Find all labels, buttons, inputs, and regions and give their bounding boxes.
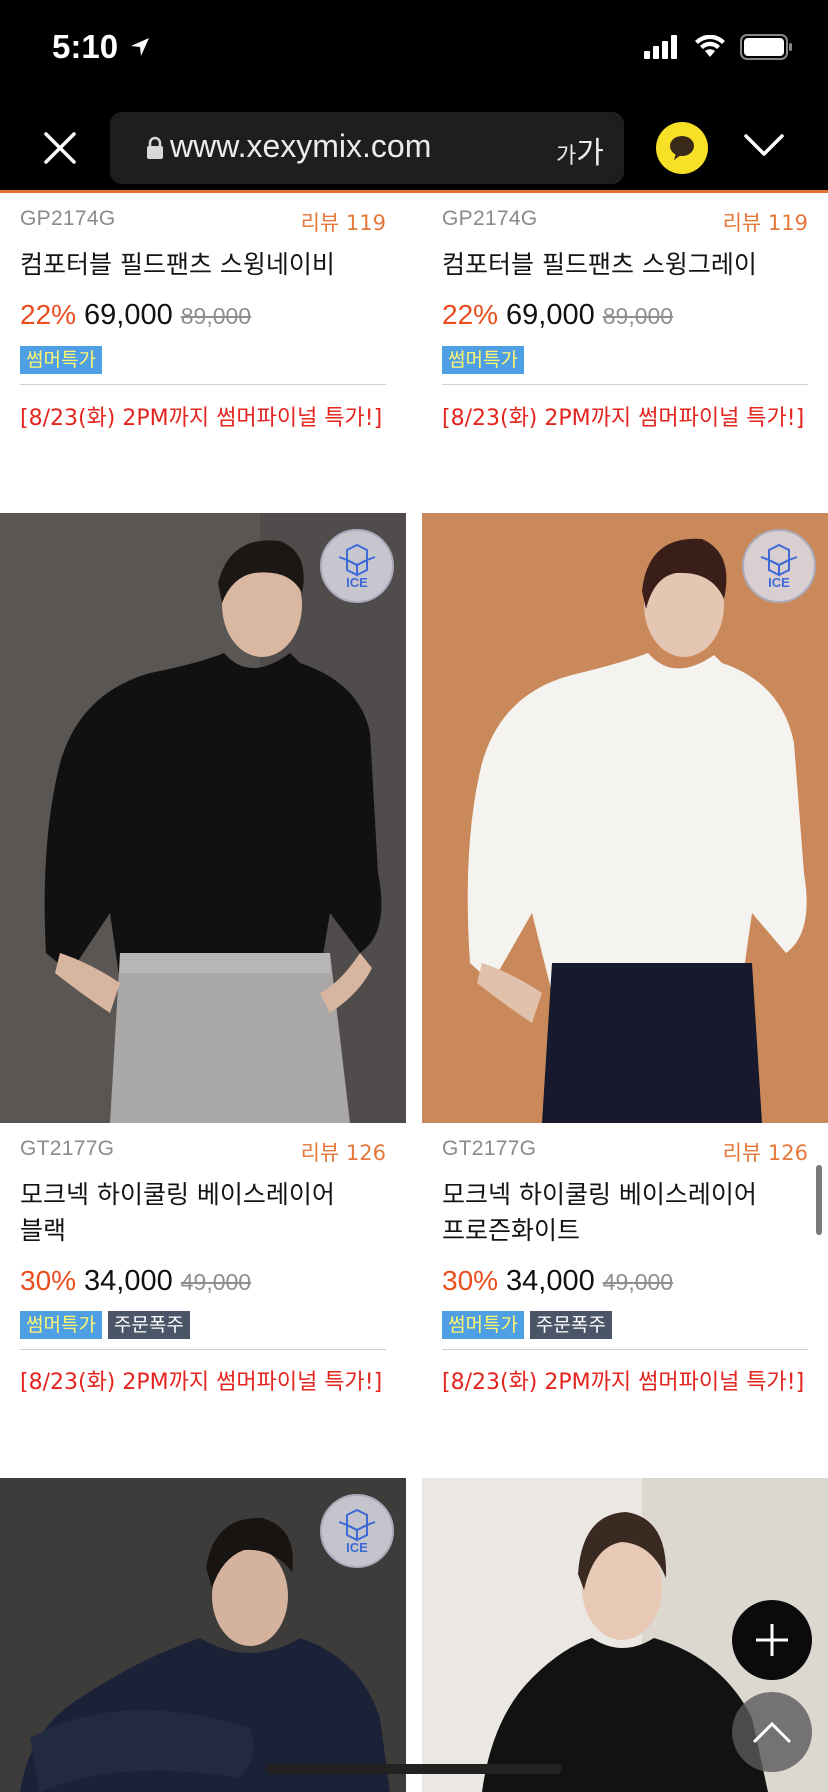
original-price: 49,000 — [602, 1269, 674, 1295]
chevron-up-icon — [752, 1721, 792, 1744]
price-row: 22% 69,000 89,000 — [20, 299, 251, 332]
summer-sale-badge: 썸머특가 — [20, 1311, 102, 1339]
clock: 5:10 — [52, 28, 119, 65]
sale-price: 34,000 — [84, 1265, 173, 1297]
scroll-top-button[interactable] — [732, 1692, 812, 1772]
badge-list: 썸머특가 — [20, 346, 102, 374]
sale-price: 34,000 — [506, 1265, 595, 1297]
chevron-down-icon[interactable] — [742, 130, 786, 160]
location-arrow-icon — [131, 38, 150, 56]
close-icon[interactable] — [40, 128, 80, 168]
product-card[interactable]: GT2177G 리뷰 126 모크넥 하이쿨링 베이스레이어 블랙 30% 34… — [0, 1123, 406, 1443]
price-row: 30% 34,000 49,000 — [20, 1265, 251, 1298]
model-photo-white — [422, 513, 828, 1123]
ice-badge: ICE — [742, 529, 816, 603]
battery-icon — [740, 34, 792, 60]
ice-label: ICE — [346, 1539, 368, 1555]
badge-list: 썸머특가 주문폭주 — [20, 1311, 190, 1339]
divider — [20, 1349, 386, 1350]
status-time: 5:10 — [52, 28, 152, 66]
badge-list: 썸머특가 — [442, 346, 524, 374]
product-card[interactable]: GP2174G 리뷰 119 컴포터블 필드팬츠 스윙네이비 22% 69,00… — [0, 193, 406, 493]
home-indicator[interactable] — [266, 1764, 562, 1774]
status-bar: 5:10 — [0, 0, 828, 100]
product-image[interactable]: ICE — [0, 513, 406, 1123]
product-card[interactable]: GP2174G 리뷰 119 컴포터블 필드팬츠 스윙그레이 22% 69,00… — [422, 193, 828, 493]
hot-order-badge: 주문폭주 — [529, 1311, 612, 1339]
scrollbar[interactable] — [816, 1165, 822, 1235]
ice-badge: ICE — [320, 1494, 394, 1568]
discount-rate: 30% — [20, 1265, 77, 1296]
product-code: GT2177G — [20, 1137, 115, 1160]
price-row: 30% 34,000 49,000 — [442, 1265, 673, 1298]
review-count[interactable]: 리뷰 119 — [723, 207, 808, 237]
product-image[interactable]: ICE — [422, 513, 828, 1123]
promo-text: [8/23(화) 2PM까지 썸머파이널 특가!] — [20, 406, 383, 431]
discount-rate: 30% — [442, 1265, 499, 1296]
lock-icon — [147, 136, 163, 159]
promo-text: [8/23(화) 2PM까지 썸머파이널 특가!] — [20, 1370, 383, 1395]
divider — [442, 1349, 808, 1350]
ice-label: ICE — [768, 574, 790, 590]
product-code: GP2174G — [442, 207, 538, 230]
original-price: 89,000 — [602, 303, 674, 329]
product-name-line1: 모크넥 하이쿨링 베이스레이어 — [442, 1180, 757, 1209]
summer-sale-badge: 썸머특가 — [20, 346, 102, 374]
sale-price: 69,000 — [506, 299, 595, 331]
ice-cubes-icon — [338, 543, 376, 577]
url-text[interactable]: www.xexymix.com — [170, 128, 431, 165]
kakao-talk-button[interactable] — [656, 122, 708, 174]
text-size-button[interactable]: 가가 — [556, 128, 604, 172]
summer-sale-badge: 썸머특가 — [442, 346, 524, 374]
ice-label: ICE — [346, 574, 368, 590]
badge-list: 썸머특가 주문폭주 — [442, 1311, 612, 1339]
signal-icon — [644, 35, 677, 59]
wifi-icon — [695, 35, 725, 57]
product-card[interactable]: GT2177G 리뷰 126 모크넥 하이쿨링 베이스레이어 프로즌화이트 30… — [422, 1123, 828, 1443]
product-code: GT2177G — [442, 1137, 537, 1160]
product-name-line1: 모크넥 하이쿨링 베이스레이어 — [20, 1180, 335, 1209]
text-size-small: 가 — [556, 144, 577, 169]
price-row: 22% 69,000 89,000 — [442, 299, 673, 332]
sale-price: 69,000 — [84, 299, 173, 331]
status-indicators — [644, 34, 794, 60]
product-image[interactable]: ICE — [0, 1478, 406, 1792]
discount-rate: 22% — [20, 299, 77, 330]
product-name-line2: 프로즌화이트 — [442, 1216, 581, 1245]
discount-rate: 22% — [442, 299, 499, 330]
promo-text: [8/23(화) 2PM까지 썸머파이널 특가!] — [442, 1370, 805, 1395]
text-size-large: 가 — [576, 136, 604, 171]
chat-bubble-icon — [670, 136, 694, 160]
plus-icon — [756, 1624, 788, 1656]
product-name[interactable]: 모크넥 하이쿨링 베이스레이어 블랙 — [20, 1177, 390, 1249]
product-name[interactable]: 컴포터블 필드팬츠 스윙그레이 — [442, 247, 812, 283]
hot-order-badge: 주문폭주 — [107, 1311, 190, 1339]
add-floating-button[interactable] — [732, 1600, 812, 1680]
promo-text: [8/23(화) 2PM까지 썸머파이널 특가!] — [442, 406, 805, 431]
original-price: 89,000 — [180, 303, 252, 329]
review-count[interactable]: 리뷰 119 — [301, 207, 386, 237]
product-name-line2: 블랙 — [20, 1216, 67, 1245]
divider — [442, 384, 808, 385]
ice-cubes-icon — [338, 1508, 376, 1542]
product-name[interactable]: 컴포터블 필드팬츠 스윙네이비 — [20, 247, 390, 283]
review-count[interactable]: 리뷰 126 — [723, 1137, 808, 1167]
original-price: 49,000 — [180, 1269, 252, 1295]
model-photo-black — [0, 513, 406, 1123]
summer-sale-badge: 썸머특가 — [442, 1311, 524, 1339]
ice-badge: ICE — [320, 529, 394, 603]
product-code: GP2174G — [20, 207, 116, 230]
review-count[interactable]: 리뷰 126 — [301, 1137, 386, 1167]
ice-cubes-icon — [760, 543, 798, 577]
product-name[interactable]: 모크넥 하이쿨링 베이스레이어 프로즌화이트 — [442, 1177, 812, 1249]
divider — [20, 384, 386, 385]
